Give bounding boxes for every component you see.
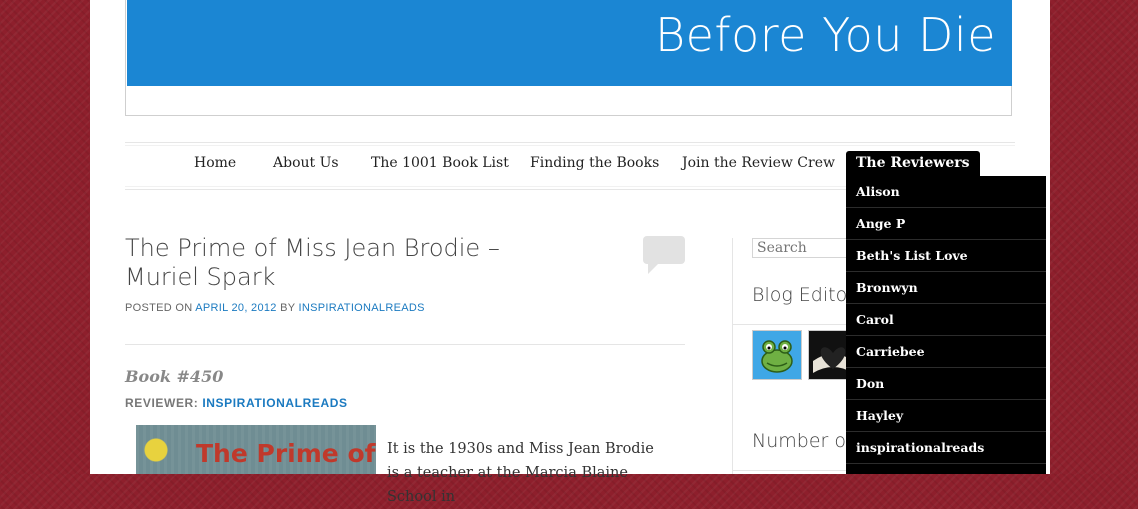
post-body: It is the 1930s and Miss Jean Brodie is …	[387, 441, 654, 505]
reviewer-line: REVIEWER: INSPIRATIONALREADS	[125, 396, 348, 410]
meta-by: BY	[280, 302, 296, 314]
nav-item-join-review-crew[interactable]: Join the Review Crew	[682, 155, 835, 171]
post-title[interactable]: The Prime of Miss Jean Brodie – Muriel S…	[125, 234, 525, 292]
dropdown-item[interactable]: Bronwyn	[846, 272, 1046, 304]
dropdown-item[interactable]: Alison	[846, 176, 1046, 208]
dropdown-item[interactable]: Hayley	[846, 400, 1046, 432]
dropdown-item[interactable]: Carol	[846, 304, 1046, 336]
dropdown-item[interactable]: Beth's List Love	[846, 240, 1046, 272]
editor-avatar-frog[interactable]	[752, 330, 802, 380]
dropdown-item[interactable]: inspirationalreads	[846, 432, 1046, 464]
book-cover-image: The Prime of	[136, 425, 376, 474]
divider	[125, 344, 685, 345]
dropdown-item[interactable]: Carriebee	[846, 336, 1046, 368]
nav-item-book-list[interactable]: The 1001 Book List	[371, 155, 509, 171]
meta-prefix: POSTED ON	[125, 302, 193, 314]
number-widget-title: Number o	[752, 430, 846, 452]
post-date-link[interactable]: APRIL 20, 2012	[195, 302, 276, 314]
header: Before You Die	[125, 0, 1012, 116]
site-banner[interactable]: Before You Die	[127, 0, 1012, 86]
reviewers-dropdown-menu: Alison Ange P Beth's List Love Bronwyn C…	[846, 176, 1046, 474]
cover-text: The Prime of	[196, 439, 376, 468]
dropdown-item[interactable]: Ange P	[846, 208, 1046, 240]
dropdown-item[interactable]: Don	[846, 368, 1046, 400]
nav-item-about-us[interactable]: About Us	[273, 155, 339, 171]
reviewer-label: REVIEWER:	[125, 396, 199, 410]
site-title[interactable]: Before You Die	[655, 8, 996, 62]
post-author-link[interactable]: INSPIRATIONALREADS	[299, 302, 425, 314]
reviewer-link[interactable]: INSPIRATIONALREADS	[202, 396, 347, 410]
nav-item-finding-books[interactable]: Finding the Books	[530, 155, 659, 171]
comment-bubble-icon[interactable]	[643, 236, 685, 274]
nav-item-home[interactable]: Home	[194, 155, 236, 171]
book-number: Book #450	[125, 367, 224, 386]
post-meta: POSTED ON APRIL 20, 2012 BY INSPIRATIONA…	[125, 302, 425, 314]
nav-item-the-reviewers[interactable]: The Reviewers	[846, 151, 980, 177]
